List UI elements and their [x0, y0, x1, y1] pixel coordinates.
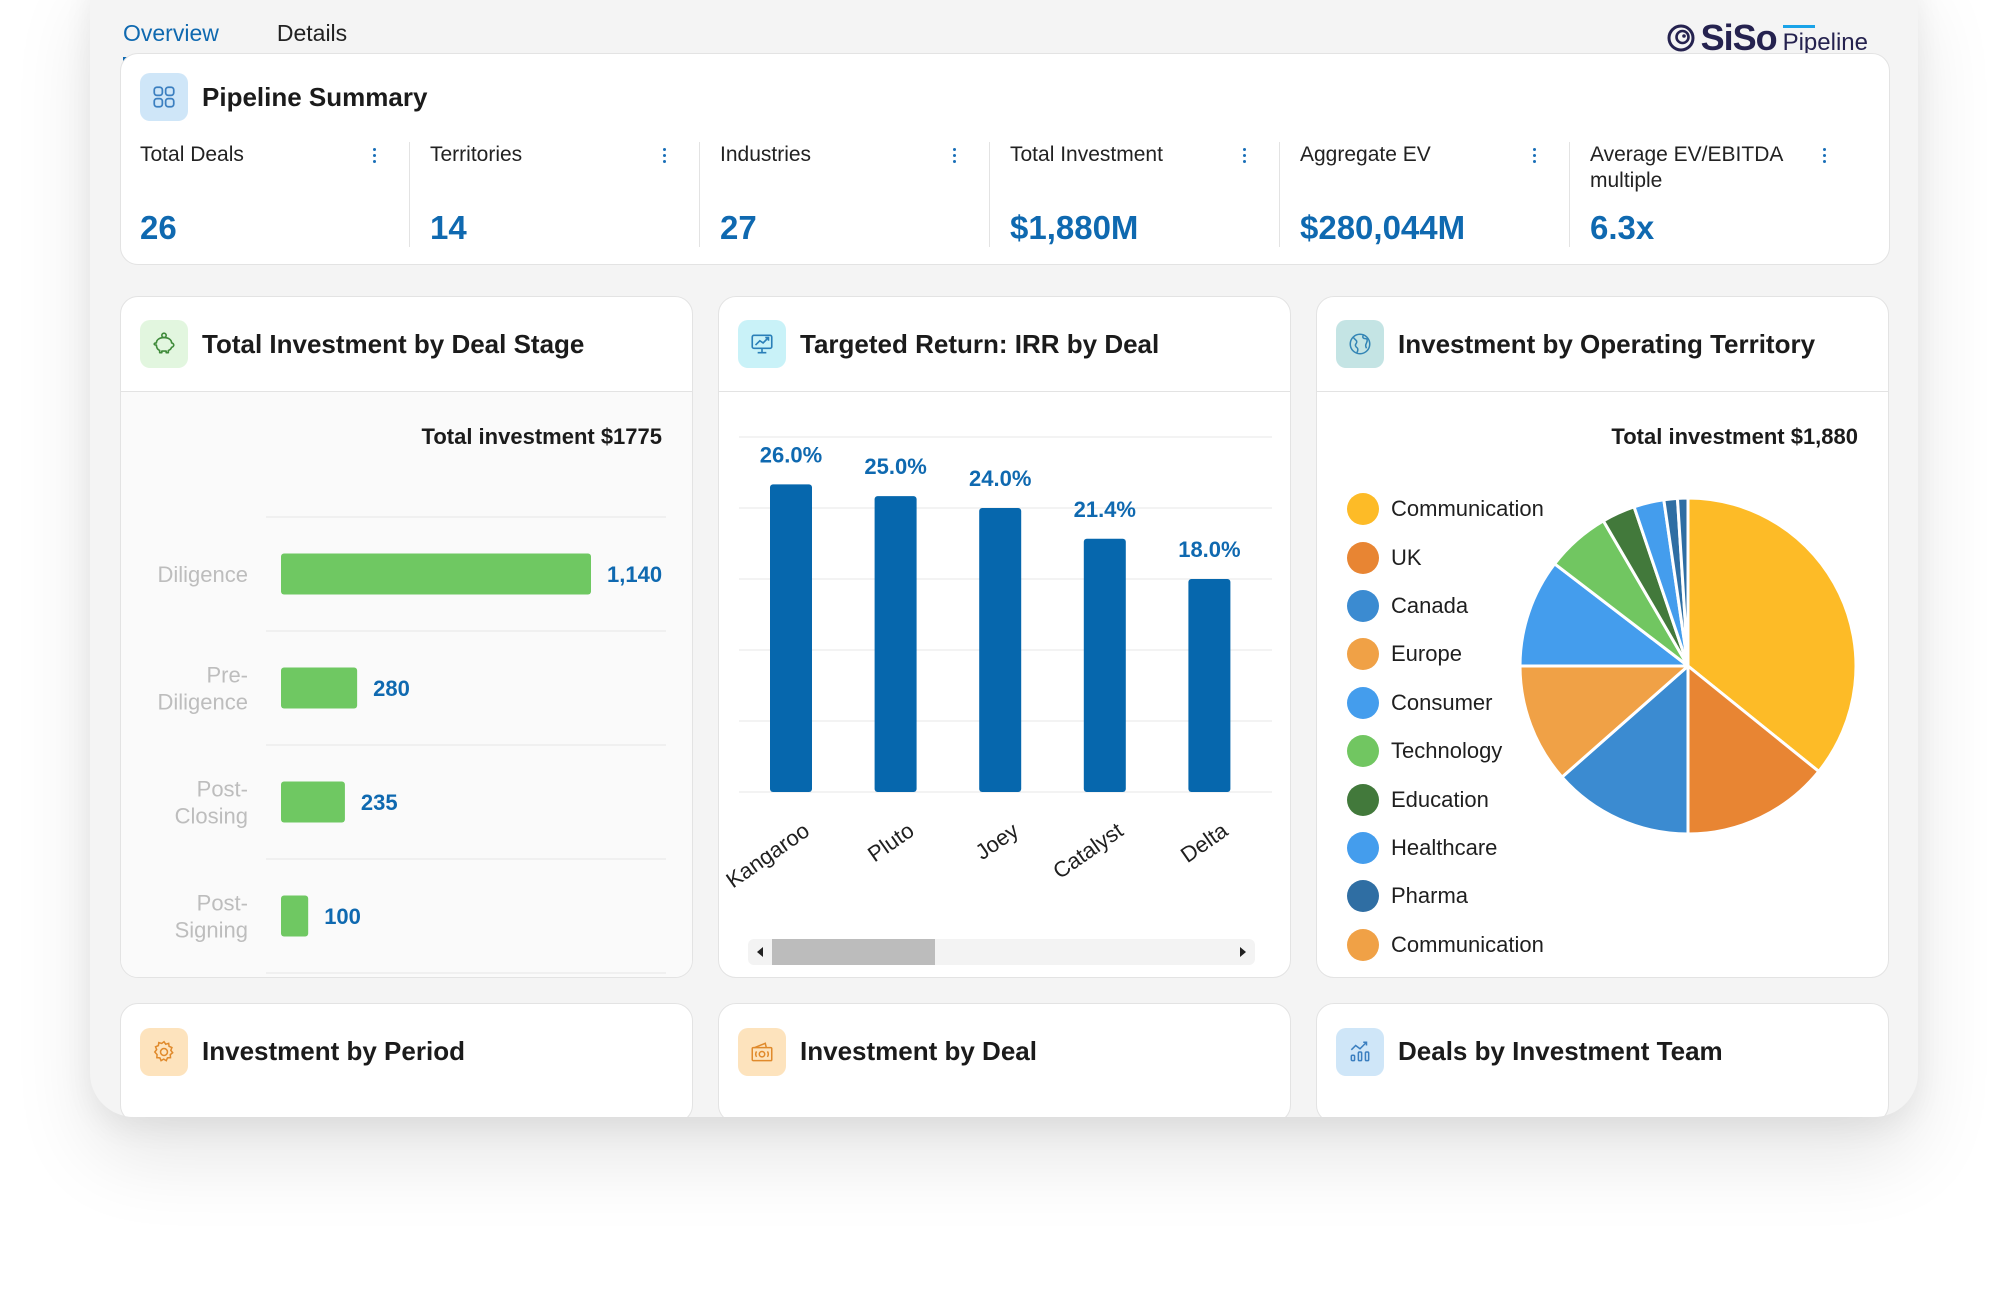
irr-chart: 26.0% Kangaroo 25.0% Pluto 24.0% Joey 21.4% Cat…	[719, 392, 1290, 977]
more-vertical-icon[interactable]	[365, 144, 383, 166]
kpi-aggregate-ev: Aggregate EV $280,044M	[1279, 142, 1569, 247]
scroll-left-arrow-icon[interactable]	[757, 947, 763, 957]
more-vertical-icon[interactable]	[945, 144, 963, 166]
more-vertical-icon[interactable]	[1525, 144, 1543, 166]
category-label: Kangaroo	[721, 818, 814, 893]
kpi-label: Territories	[430, 143, 523, 166]
bar	[979, 508, 1022, 792]
category-label: Post-	[197, 777, 248, 802]
panel-header: Targeted Return: IRR by Deal	[719, 297, 1290, 392]
panel-header: Investment by Period	[121, 1004, 692, 1099]
bar-value-label: 25.0%	[864, 454, 926, 479]
bar-trend-icon	[1336, 1027, 1384, 1076]
category-label: Joey	[971, 818, 1023, 865]
scroll-right-arrow-icon[interactable]	[1240, 947, 1246, 957]
kpi-label: Total Deals	[140, 143, 244, 166]
panel-title: Investment by Deal	[800, 1036, 1037, 1066]
piggy-bank-icon	[140, 320, 188, 368]
irr-panel: Targeted Return: IRR by Deal 26.0% Kangar…	[718, 296, 1291, 978]
kpi-value: 6.3x	[1590, 209, 1655, 246]
kpi-value: $280,044M	[1300, 209, 1466, 246]
pipeline-summary-card: Pipeline Summary Total Deals 26 Territor…	[120, 53, 1890, 265]
deal-stage-chart: Total investment $1775 1,140 Diligence 280…	[121, 392, 692, 977]
category-label: Diligence	[158, 562, 249, 587]
deal-panel: Investment by Deal	[718, 1003, 1291, 1117]
panel-header: Total Investment by Deal Stage	[121, 297, 692, 392]
more-vertical-icon[interactable]	[655, 144, 673, 166]
territory-panel: Investment by Operating Territory Total …	[1316, 296, 1889, 978]
bar	[874, 496, 917, 792]
irr-bar-chart: 26.0% Kangaroo 25.0% Pluto 24.0% Joey 21.4% Cat…	[721, 436, 1272, 893]
bar-value-label: 24.0%	[969, 466, 1031, 491]
chart-total-label: Total investment $1775	[421, 424, 662, 449]
kpi-value: $1,880M	[1010, 209, 1139, 246]
kpi-total-investment: Total Investment $1,880M	[989, 142, 1279, 247]
bar	[281, 781, 345, 823]
panel-header: Investment by Operating Territory	[1317, 297, 1888, 392]
bar	[1188, 579, 1231, 792]
bar-value-label: 280	[373, 676, 410, 701]
kpi-label: Average EV/EBITDA multiple	[1590, 143, 1783, 192]
dashboard-frame: Overview Details SiSo Pipeline Pipeline …	[90, 0, 1918, 1117]
deal-stage-panel: Total Investment by Deal Stage Total inv…	[120, 296, 693, 978]
scrollbar-thumb[interactable]	[772, 939, 935, 965]
cash-icon	[738, 1027, 786, 1076]
grid-icon	[140, 73, 188, 121]
bar	[281, 667, 358, 709]
category-label: Closing	[175, 804, 248, 829]
category-label: Delta	[1176, 817, 1233, 867]
period-panel: Investment by Period	[120, 1003, 693, 1117]
chart-horizontal-scrollbar[interactable]	[748, 939, 1255, 965]
bar-value-label: 100	[324, 904, 361, 929]
bar	[281, 553, 591, 595]
globe-icon	[1336, 320, 1384, 368]
kpi-row: Total Deals 26 Territories 14 Industries…	[140, 142, 1859, 247]
deal-stage-bar-chart: 1,140Diligence280Pre-Diligence235Post-Cl…	[158, 516, 666, 974]
panel-title: Targeted Return: IRR by Deal	[800, 328, 1160, 359]
kpi-industries: Industries 27	[699, 142, 989, 247]
kpi-label: Industries	[720, 143, 812, 166]
kpi-value: 27	[720, 209, 757, 246]
kpi-value: 14	[430, 209, 467, 246]
panel-header: Investment by Deal	[719, 1004, 1290, 1099]
more-vertical-icon[interactable]	[1815, 144, 1833, 166]
category-label: Signing	[175, 918, 248, 943]
category-label: Pre-	[206, 663, 248, 688]
logo-brand: SiSo	[1700, 17, 1778, 58]
category-label: Diligence	[158, 690, 249, 715]
bar	[1083, 538, 1126, 792]
category-label: Catalyst	[1048, 818, 1127, 884]
territory-pie-chart	[1518, 496, 1858, 836]
kpi-value: 26	[140, 209, 177, 246]
kpi-territories: Territories 14	[409, 142, 699, 247]
bar	[770, 484, 812, 792]
territory-chart: Total investment $1,880 Communication UK C…	[1317, 392, 1888, 977]
panel-title: Total Investment by Deal Stage	[202, 328, 585, 359]
bar-value-label: 26.0%	[760, 442, 822, 467]
category-label: Pluto	[863, 818, 918, 867]
gear-icon	[140, 1027, 188, 1076]
bar	[281, 895, 309, 937]
panel-title: Investment by Period	[202, 1036, 465, 1066]
category-label: Post-	[197, 891, 248, 916]
logo-swirl-icon	[1667, 24, 1695, 52]
team-panel: Deals by Investment Team	[1316, 1003, 1889, 1117]
kpi-label: Aggregate EV	[1300, 143, 1431, 166]
bar-value-label: 21.4%	[1074, 497, 1136, 522]
summary-header: Pipeline Summary	[140, 73, 427, 121]
kpi-label: Total Investment	[1010, 143, 1163, 166]
logo: SiSo Pipeline	[1667, 18, 1868, 58]
panel-header: Deals by Investment Team	[1317, 1004, 1888, 1099]
monitor-chart-icon	[738, 320, 786, 368]
kpi-total-deals: Total Deals 26	[140, 142, 409, 247]
summary-title: Pipeline Summary	[202, 81, 428, 112]
panel-title: Deals by Investment Team	[1398, 1036, 1723, 1066]
kpi-ev-ebitda: Average EV/EBITDA multiple 6.3x	[1569, 142, 1859, 247]
bar-value-label: 235	[361, 790, 398, 815]
panel-title: Investment by Operating Territory	[1398, 328, 1816, 359]
more-vertical-icon[interactable]	[1235, 144, 1253, 166]
bar-value-label: 18.0%	[1178, 537, 1240, 562]
bar-value-label: 1,140	[607, 562, 662, 587]
